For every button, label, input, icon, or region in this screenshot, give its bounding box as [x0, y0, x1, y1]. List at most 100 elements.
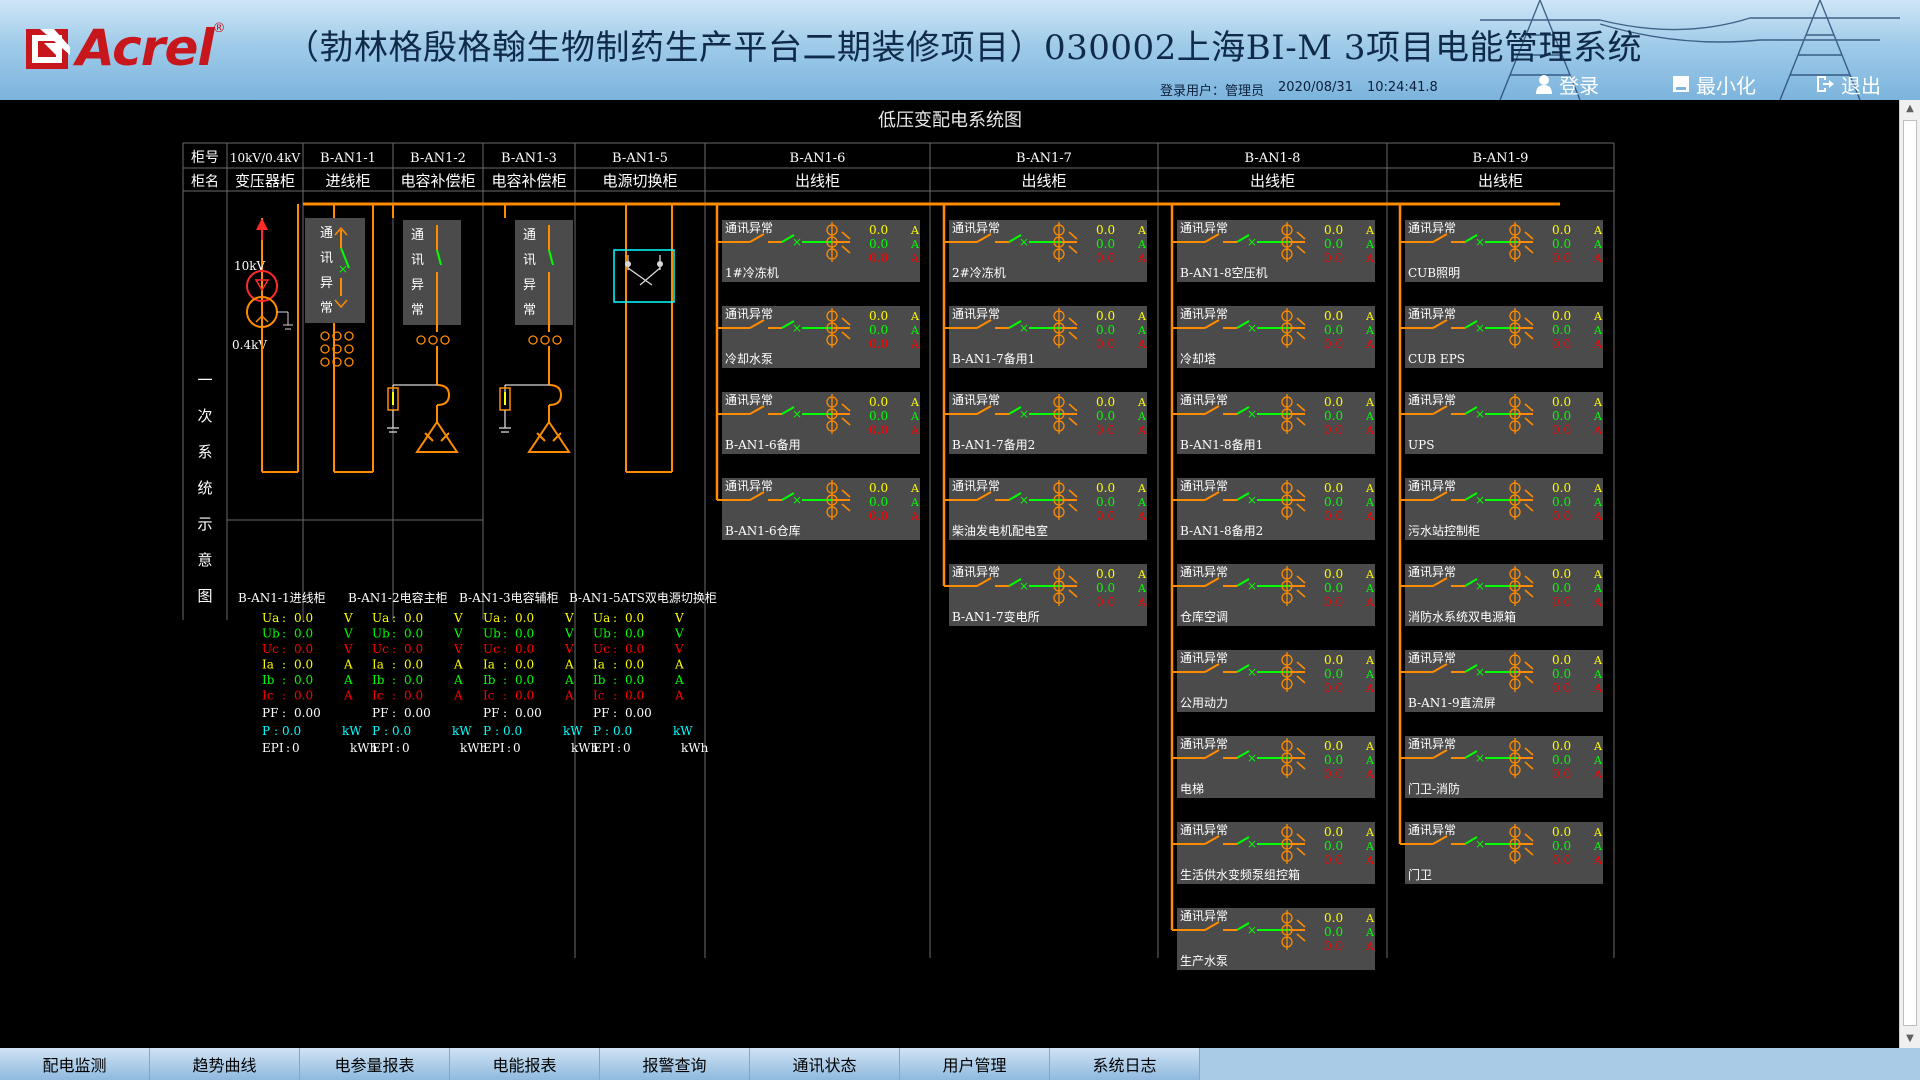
feeder-panel[interactable]: 通讯异常 × 0.0 A 0.0 A 0.0 A B-AN1-6仓库 [717, 478, 920, 540]
comm-fault-label: 通讯异常 [1408, 565, 1456, 579]
feeder-panel[interactable]: 通讯异常 × 0.0 A 0.0 A 0.0 A B-AN1-6备用 [717, 392, 920, 454]
feeder-name: 2#冷冻机 [952, 265, 1006, 280]
ats-box [613, 249, 675, 303]
feeder-panel[interactable]: 通讯异常 × 0.0 A 0.0 A 0.0 A B-AN1-8备用2 [1172, 478, 1375, 540]
meter-colon: : [282, 642, 286, 656]
comm-fault-label: 通讯异常 [952, 307, 1000, 321]
feeder-panel[interactable]: 通讯异常 × 0.0 A 0.0 A 0.0 A 生产水泵 [1172, 908, 1375, 970]
meter-key: Ib [593, 673, 606, 687]
meter-key: Ic [262, 689, 274, 703]
meter-epi-label: EPI [262, 741, 284, 755]
reactor-icon [436, 384, 451, 406]
feeder-panel[interactable]: 通讯异常 × 0.0 A 0.0 A 0.0 A CUB照明 [1400, 220, 1603, 282]
feeder-current-unit: A [1593, 338, 1603, 351]
meter-value: 0.0 [625, 611, 644, 625]
scroll-up-icon[interactable]: ▲ [1900, 100, 1920, 118]
comm-fault-label: 通讯异常 [1180, 307, 1228, 321]
feeder-panel[interactable]: 通讯异常 × 0.0 A 0.0 A 0.0 A 门卫-消防 [1400, 736, 1603, 798]
nav-tab-2[interactable]: 电参量报表 [300, 1048, 450, 1080]
feeder-panel[interactable]: 通讯异常 × 0.0 A 0.0 A 0.0 A B-AN1-9直流屏 [1400, 650, 1603, 712]
feeder-panel[interactable]: 通讯异常 × 0.0 A 0.0 A 0.0 A 1#冷冻机 [717, 220, 920, 282]
nav-tab-4[interactable]: 报警查询 [600, 1048, 750, 1080]
feeder-panel[interactable]: 通讯异常 × 0.0 A 0.0 A 0.0 A 冷却水泵 [717, 306, 920, 368]
nav-tab-7[interactable]: 系统日志 [1050, 1048, 1200, 1080]
nav-tab-3[interactable]: 电能报表 [450, 1048, 600, 1080]
nav-tab-5[interactable]: 通讯状态 [750, 1048, 900, 1080]
feeder-panel[interactable]: 通讯异常 × 0.0 A 0.0 A 0.0 A 公用动力 [1172, 650, 1375, 712]
meter-value: 0.0 [294, 627, 313, 641]
meter-colon: : [392, 627, 396, 641]
feeder-current-unit: A [1365, 324, 1375, 337]
meter-key: Ia [372, 658, 384, 672]
feeder-current-value: 0.0 [1324, 495, 1343, 509]
feeder-current-unit: A [1365, 768, 1375, 781]
minimize-button[interactable]: 最小化 [1672, 72, 1756, 98]
nav-tab-1[interactable]: 趋势曲线 [150, 1048, 300, 1080]
feeder-panel[interactable]: 通讯异常 × 0.0 A 0.0 A 0.0 A 消防水系统双电源箱 [1400, 564, 1603, 626]
scrollbar-thumb[interactable] [1903, 120, 1917, 1026]
scroll-down-icon[interactable]: ▼ [1900, 1030, 1920, 1048]
feeder-current-value: 0.0 [1096, 423, 1115, 437]
feeder-current-value: 0.0 [1324, 237, 1343, 251]
breaker-x-icon: × [1475, 407, 1485, 421]
feeder-panel[interactable]: 通讯异常 × 0.0 A 0.0 A 0.0 A UPS [1400, 392, 1603, 454]
meter-p-value: 0.0 [282, 724, 301, 738]
feeder-current-value: 0.0 [1552, 509, 1571, 523]
feeder-panel[interactable]: 通讯异常 × 0.0 A 0.0 A 0.0 A 冷却塔 [1172, 306, 1375, 368]
meter-colon: : [503, 611, 507, 625]
capacitor-bank-icon [527, 420, 571, 453]
feeder-panel[interactable]: 通讯异常 × 0.0 A 0.0 A 0.0 A B-AN1-7备用2 [944, 392, 1147, 454]
feeder-current-unit: A [1365, 854, 1375, 867]
feeder-current-value: 0.0 [869, 409, 888, 423]
meter-pf-label: PF [262, 706, 278, 720]
meter-pf-value: 0.00 [294, 706, 321, 720]
exit-button[interactable]: 退出 [1815, 72, 1881, 98]
incoming-cabinet-symbol: 通讯异常 × [305, 204, 374, 473]
bottom-nav: 配电监测 趋势曲线 电参量报表 电能报表 报警查询 通讯状态 用户管理 系统日志 [0, 1048, 1920, 1080]
feeder-name: 门卫 [1408, 867, 1432, 882]
feeder-panel[interactable]: 通讯异常 × 0.0 A 0.0 A 0.0 A 2#冷冻机 [944, 220, 1147, 282]
feeder-panel[interactable]: 通讯异常 × 0.0 A 0.0 A 0.0 A 生活供水变频泵组控箱 [1172, 822, 1375, 884]
feeder-current-value: 0.0 [1096, 323, 1115, 337]
nav-tab-0[interactable]: 配电监测 [0, 1048, 150, 1080]
vertical-scrollbar[interactable]: ▲ ▼ [1899, 100, 1920, 1048]
meter-colon: : [282, 689, 286, 703]
feeder-panel[interactable]: 通讯异常 × 0.0 A 0.0 A 0.0 A CUB EPS [1400, 306, 1603, 368]
meter-colon: : [613, 673, 617, 687]
feeder-panel[interactable]: 通讯异常 × 0.0 A 0.0 A 0.0 A 门卫 [1400, 822, 1603, 884]
meter-colon: : [282, 706, 286, 720]
nav-tab-6[interactable]: 用户管理 [900, 1048, 1050, 1080]
feeder-panel[interactable]: 通讯异常 × 0.0 A 0.0 A 0.0 A 污水站控制柜 [1400, 478, 1603, 540]
feeder-current-unit: A [1593, 324, 1603, 337]
meter-colon: : [503, 706, 507, 720]
login-button[interactable]: 登录 [1535, 72, 1599, 98]
feeder-panel[interactable]: 通讯异常 × 0.0 A 0.0 A 0.0 A B-AN1-8备用1 [1172, 392, 1375, 454]
feeder-panel[interactable]: 通讯异常 × 0.0 A 0.0 A 0.0 A 电梯 [1172, 736, 1375, 798]
user-icon [1536, 75, 1552, 94]
meter-colon: : [613, 611, 617, 625]
feeder-panel[interactable]: 通讯异常 × 0.0 A 0.0 A 0.0 A B-AN1-7备用1 [944, 306, 1147, 368]
feeder-current-value: 0.0 [1552, 309, 1571, 323]
feeder-current-unit: A [1137, 224, 1147, 237]
feeder-current-value: 0.0 [1096, 395, 1115, 409]
feeder-current-unit: A [910, 338, 920, 351]
feeder-current-unit: A [1593, 840, 1603, 853]
meter-key: Ib [262, 673, 275, 687]
feeder-current-unit: A [1137, 596, 1147, 609]
feeder-panel[interactable]: 通讯异常 × 0.0 A 0.0 A 0.0 A B-AN1-8空压机 [1172, 220, 1375, 282]
meter-colon: : [503, 658, 507, 672]
feeder-current-unit: A [910, 324, 920, 337]
logo-text: Acrel [76, 19, 215, 77]
feeder-current-unit: A [1593, 410, 1603, 423]
feeder-current-value: 0.0 [1552, 409, 1571, 423]
feeder-panel[interactable]: 通讯异常 × 0.0 A 0.0 A 0.0 A B-AN1-7变电所 [944, 564, 1147, 626]
feeder-panel[interactable]: 通讯异常 × 0.0 A 0.0 A 0.0 A 仓库空调 [1172, 564, 1375, 626]
feeder-panel[interactable]: 通讯异常 × 0.0 A 0.0 A 0.0 A 柴油发电机配电室 [944, 478, 1147, 540]
feeder-current-unit: A [1593, 424, 1603, 437]
meter-colon: : [392, 689, 396, 703]
meter-colon: : [503, 627, 507, 641]
meter-p-unit: kW [342, 724, 362, 738]
feeder-current-value: 0.0 [1324, 337, 1343, 351]
feeder-current-unit: A [910, 252, 920, 265]
meter-key: Ic [372, 689, 384, 703]
